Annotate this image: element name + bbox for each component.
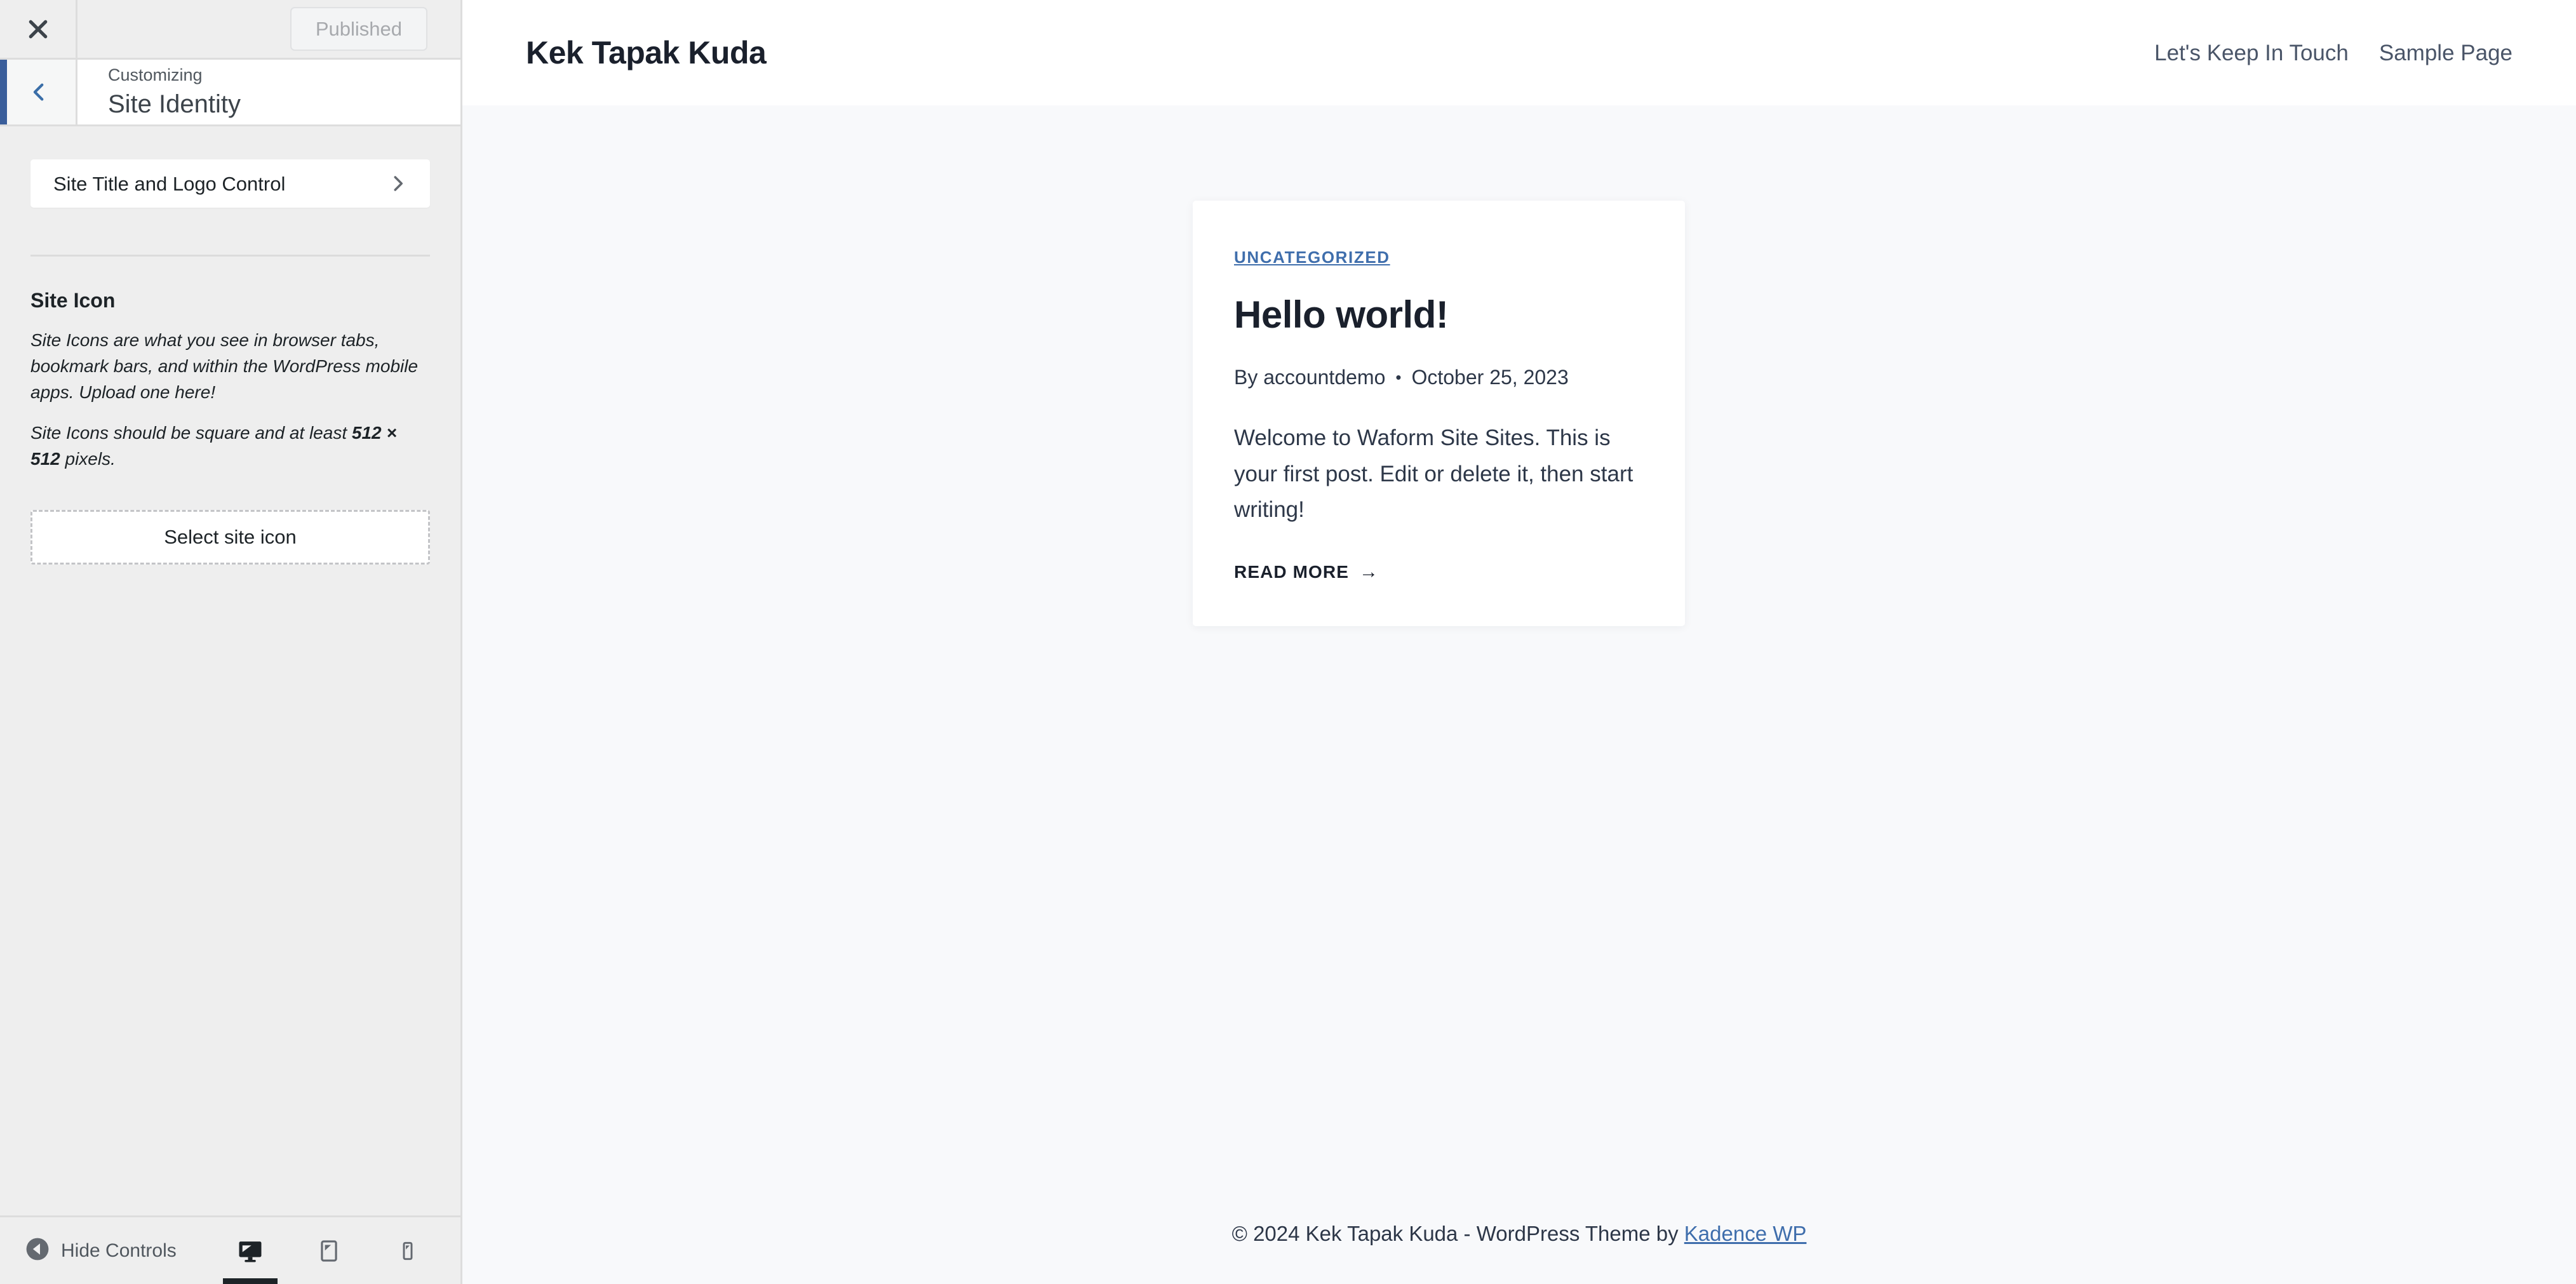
- customizer-footer: Hide Controls: [0, 1215, 460, 1284]
- tablet-icon: [317, 1239, 341, 1263]
- post-author: By accountdemo: [1234, 366, 1386, 389]
- site-icon-description-primary: Site Icons are what you see in browser t…: [30, 330, 419, 402]
- publish-button[interactable]: Published: [290, 7, 427, 51]
- site-icon-description-size: Site Icons should be square and at least…: [30, 420, 430, 472]
- hide-controls-button[interactable]: Hide Controls: [25, 1237, 177, 1264]
- read-more-label: READ MORE: [1234, 562, 1350, 582]
- site-icon-section-title: Site Icon: [30, 289, 116, 312]
- customizer-sidebar: Published Customizing Site Identity Site…: [0, 0, 462, 1284]
- mobile-icon: [398, 1241, 418, 1261]
- device-button-desktop[interactable]: [223, 1217, 278, 1284]
- site-preview-frame: Kek Tapak Kuda Let's Keep In Touch Sampl…: [462, 0, 2576, 1284]
- sidebar-item-label: Site Title and Logo Control: [53, 172, 286, 195]
- site-main-content: UNCATEGORIZED Hello world! By accountdem…: [462, 105, 2576, 1182]
- panel-title-block: Customizing Site Identity: [77, 60, 460, 124]
- select-site-icon-button[interactable]: Select site icon: [30, 510, 430, 565]
- chevron-right-icon: [388, 174, 407, 193]
- primary-navigation: Let's Keep In Touch Sample Page: [2154, 42, 2512, 64]
- arrow-right-icon: →: [1359, 561, 1379, 583]
- size-desc-suffix: pixels.: [60, 448, 116, 469]
- site-footer: © 2024 Kek Tapak Kuda - WordPress Theme …: [462, 1182, 2576, 1284]
- meta-separator: •: [1395, 368, 1402, 387]
- post-date: October 25, 2023: [1411, 366, 1569, 389]
- post-meta: By accountdemo • October 25, 2023: [1234, 367, 1644, 387]
- close-customizer-button[interactable]: [0, 0, 77, 58]
- nav-item-lets-keep-in-touch[interactable]: Let's Keep In Touch: [2154, 42, 2349, 64]
- post-category-link[interactable]: UNCATEGORIZED: [1234, 249, 1390, 265]
- chevron-left-icon: [32, 81, 50, 103]
- device-button-tablet[interactable]: [302, 1217, 356, 1284]
- kadence-wp-link[interactable]: Kadence WP: [1684, 1222, 1807, 1245]
- close-x-icon: [25, 17, 51, 42]
- size-desc-prefix: Site Icons should be square and at least: [30, 423, 352, 443]
- footer-copyright-text: © 2024 Kek Tapak Kuda - WordPress Theme …: [1231, 1221, 1684, 1245]
- breadcrumb: Customizing: [108, 65, 203, 85]
- post-card: UNCATEGORIZED Hello world! By accountdem…: [1193, 201, 1685, 627]
- sidebar-item-site-title-and-logo-control[interactable]: Site Title and Logo Control: [30, 159, 430, 208]
- nav-item-sample-page[interactable]: Sample Page: [2379, 42, 2512, 64]
- site-title[interactable]: Kek Tapak Kuda: [526, 37, 767, 69]
- post-excerpt: Welcome to Waform Site Sites. This is yo…: [1234, 425, 1633, 523]
- site-header: Kek Tapak Kuda Let's Keep In Touch Sampl…: [462, 0, 2576, 105]
- device-preview-switcher: [223, 1217, 435, 1284]
- footer-credit: © 2024 Kek Tapak Kuda - WordPress Theme …: [1232, 1223, 1807, 1244]
- customizer-controls: Site Title and Logo Control Site Icon Si…: [0, 126, 460, 1215]
- read-more-link[interactable]: READ MORE →: [1234, 563, 1379, 582]
- desktop-icon: [237, 1238, 264, 1264]
- customizer-panel-header: Customizing Site Identity: [0, 60, 460, 126]
- customizer-topbar: Published: [0, 0, 460, 60]
- device-button-mobile[interactable]: [380, 1217, 435, 1284]
- collapse-left-circle-icon: [25, 1237, 50, 1264]
- post-title[interactable]: Hello world!: [1234, 293, 1644, 337]
- page-title: Site Identity: [108, 90, 241, 118]
- back-button[interactable]: [0, 60, 77, 124]
- section-divider: [30, 255, 430, 257]
- hide-controls-label: Hide Controls: [61, 1240, 177, 1261]
